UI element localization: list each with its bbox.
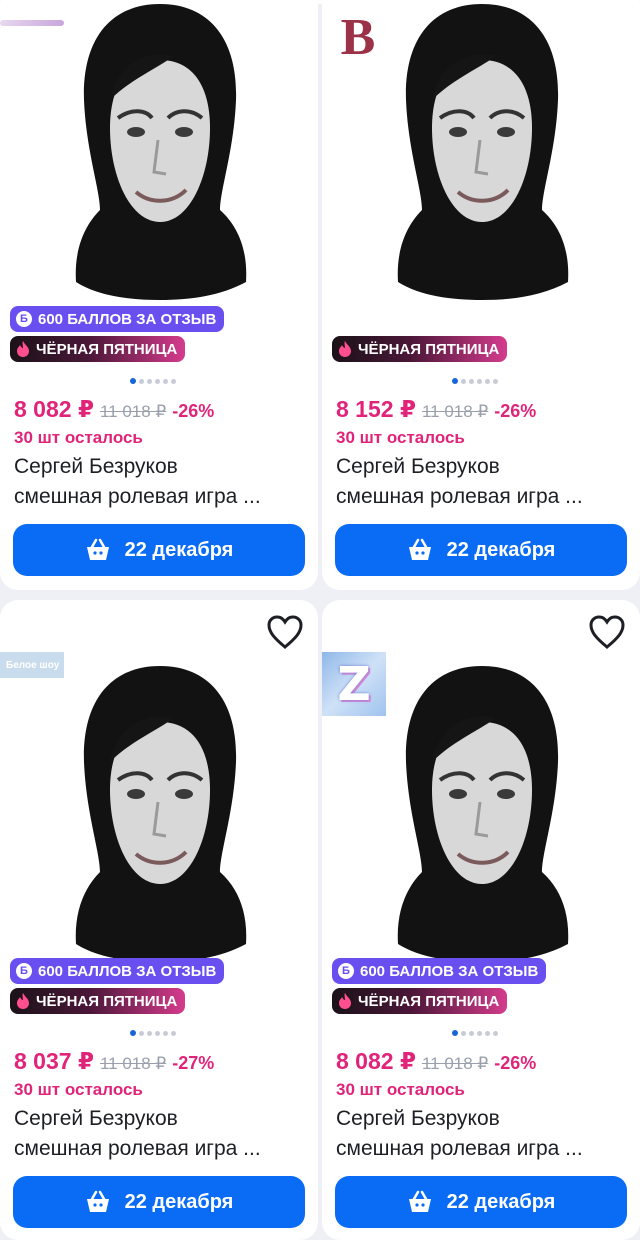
stock-left: 30 шт осталось [336,428,465,447]
brand-logo: B [334,12,382,64]
points-badge: Б 600 БАЛЛОВ ЗА ОТЗЫВ [10,306,225,332]
product-card[interactable]: Б 600 БАЛЛОВ ЗА ОТЗЫВ ЧЁРНАЯ ПЯТНИЦА 8 0… [0,0,318,590]
price-row: 8 082 ₽ 11 018 ₽ -26% [14,396,214,423]
points-coin-icon: Б [16,963,32,979]
product-title-line2: смешная ролевая игра ... [336,1137,583,1160]
stock-left: 30 шт осталось [14,428,143,447]
points-badge: Б 600 БАЛЛОВ ЗА ОТЗЫВ [10,958,225,984]
flame-icon [17,341,29,357]
discount-percent: -27% [172,1053,215,1073]
balaclava-face-image [397,4,569,300]
points-badge-label: 600 БАЛЛОВ ЗА ОТЗЫВ [38,962,217,980]
flame-icon [17,993,29,1009]
product-title[interactable]: Сергей Безруков смешная ролевая игра ... [336,452,632,512]
balaclava-face-image [75,666,247,962]
basket-icon [86,538,109,560]
product-card[interactable]: Z Б 600 БАЛЛОВ ЗА ОТЗЫВ ЧЁРНАЯ ПЯТНИЦА 8… [322,600,640,1240]
black-friday-badge: ЧЁРНАЯ ПЯТНИЦА [332,336,508,362]
product-grid: Б 600 БАЛЛОВ ЗА ОТЗЫВ ЧЁРНАЯ ПЯТНИЦА 8 0… [0,0,640,1240]
price-row: 8 037 ₽ 11 018 ₽ -27% [14,1048,214,1075]
favorite-heart-icon[interactable] [266,614,304,650]
product-image[interactable] [0,0,318,300]
black-friday-badge: ЧЁРНАЯ ПЯТНИЦА [332,988,508,1014]
basket-icon [86,1190,109,1212]
current-price: 8 082 ₽ [336,1048,416,1074]
delivery-date: 22 декабря [446,1190,556,1213]
flame-icon [339,341,351,357]
current-price: 8 082 ₽ [14,396,94,422]
flame-icon [339,993,351,1009]
add-to-cart-button[interactable]: 22 декабря [13,524,305,576]
points-badge-label: 600 БАЛЛОВ ЗА ОТЗЫВ [38,310,217,328]
current-price: 8 152 ₽ [336,396,416,422]
promo-badge-label: ЧЁРНАЯ ПЯТНИЦА [358,340,500,358]
favorite-heart-icon[interactable] [588,614,626,650]
stock-left: 30 шт осталось [336,1080,465,1099]
old-price: 11 018 ₽ [421,1054,489,1073]
promo-badge-label: ЧЁРНАЯ ПЯТНИЦА [36,340,178,358]
product-image[interactable]: Z [322,600,640,962]
delivery-date: 22 декабря [124,1190,234,1213]
product-title[interactable]: Сергей Безруков смешная ролевая игра ... [14,1104,310,1164]
product-title-line2: смешная ролевая игра ... [336,485,583,508]
delivery-date: 22 декабря [446,538,556,561]
image-pager-dots [130,1030,176,1036]
black-friday-badge: ЧЁРНАЯ ПЯТНИЦА [10,336,186,362]
product-title-line1: Сергей Безруков [14,1107,178,1130]
black-friday-badge: ЧЁРНАЯ ПЯТНИЦА [10,988,186,1014]
product-title-line2: смешная ролевая игра ... [14,485,261,508]
stock-left: 30 шт осталось [14,1080,143,1099]
brand-logo: Z [322,652,386,716]
product-card[interactable]: B ЧЁРНАЯ ПЯТНИЦА 8 152 ₽ 11 018 ₽ -26% 3 [322,0,640,590]
image-pager-dots [130,378,176,384]
balaclava-face-image [397,666,569,962]
product-title-line1: Сергей Безруков [336,455,500,478]
product-card[interactable]: Белое шоу Б 600 БАЛЛОВ ЗА ОТЗЫВ ЧЁРНАЯ П… [0,600,318,1240]
basket-icon [408,538,431,560]
old-price: 11 018 ₽ [99,402,167,421]
balaclava-face-image [75,4,247,300]
add-to-cart-button[interactable]: 22 декабря [335,524,627,576]
delivery-date: 22 декабря [124,538,234,561]
discount-percent: -26% [494,401,537,421]
brand-logo: Белое шоу [0,652,64,678]
discount-percent: -26% [172,401,215,421]
image-pager-dots [452,1030,498,1036]
basket-icon [408,1190,431,1212]
promo-badge-label: ЧЁРНАЯ ПЯТНИЦА [36,992,178,1010]
product-title-line1: Сергей Безруков [14,455,178,478]
promo-badge-label: ЧЁРНАЯ ПЯТНИЦА [358,992,500,1010]
current-price: 8 037 ₽ [14,1048,94,1074]
old-price: 11 018 ₽ [99,1054,167,1073]
product-title[interactable]: Сергей Безруков смешная ролевая игра ... [14,452,310,512]
product-title-line1: Сергей Безруков [336,1107,500,1130]
points-coin-icon: Б [338,963,354,979]
price-row: 8 152 ₽ 11 018 ₽ -26% [336,396,536,423]
product-image[interactable]: B [322,0,640,300]
add-to-cart-button[interactable]: 22 декабря [13,1176,305,1228]
product-title[interactable]: Сергей Безруков смешная ролевая игра ... [336,1104,632,1164]
image-pager-dots [452,378,498,384]
points-badge-label: 600 БАЛЛОВ ЗА ОТЗЫВ [360,962,539,980]
add-to-cart-button[interactable]: 22 декабря [335,1176,627,1228]
brand-logo [0,20,64,26]
old-price: 11 018 ₽ [421,402,489,421]
points-coin-icon: Б [16,311,32,327]
discount-percent: -26% [494,1053,537,1073]
product-image[interactable]: Белое шоу [0,600,318,962]
product-title-line2: смешная ролевая игра ... [14,1137,261,1160]
points-badge: Б 600 БАЛЛОВ ЗА ОТЗЫВ [332,958,547,984]
price-row: 8 082 ₽ 11 018 ₽ -26% [336,1048,536,1075]
